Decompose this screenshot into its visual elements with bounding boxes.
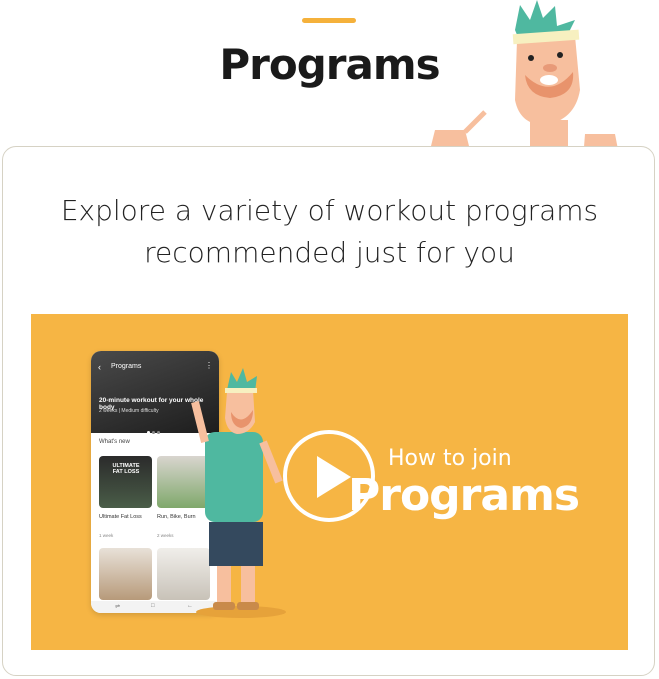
- mascot-illustration: [430, 0, 620, 160]
- home-icon: □: [151, 603, 155, 609]
- back-arrow-icon: ‹: [98, 362, 101, 372]
- tile-label: Run, Bike, Burn: [157, 514, 196, 520]
- tile-label: Ultimate Fat Loss: [99, 514, 142, 520]
- tile-badge: ULTIMATE FAT LOSS: [112, 463, 140, 475]
- video-title: Programs: [348, 470, 580, 521]
- video-caption: How to join: [388, 446, 512, 471]
- tile-duration: 2 weeks: [157, 533, 174, 538]
- play-icon: [317, 456, 351, 498]
- program-tile-image: [99, 548, 152, 600]
- recent-apps-icon: ⇌: [115, 604, 121, 610]
- hero-meta: 2 weeks | Medium difficulty: [99, 408, 159, 414]
- accent-bar: [302, 18, 356, 23]
- phone-header-title: Programs: [111, 363, 142, 370]
- program-tile-fat-loss: ULTIMATE FAT LOSS: [99, 456, 152, 508]
- video-thumbnail[interactable]: ‹ Programs ⋮ 20-minute workout for your …: [31, 314, 628, 650]
- subtitle-line-2: recommended just for you: [144, 236, 515, 269]
- subtitle-line-1: Explore a variety of workout programs: [60, 194, 599, 227]
- tile-duration: 1 week: [99, 533, 114, 538]
- section-heading: What's new: [99, 439, 130, 445]
- carousel-dots: [147, 421, 162, 439]
- card-subtitle: Explore a variety of workout programs re…: [0, 190, 659, 274]
